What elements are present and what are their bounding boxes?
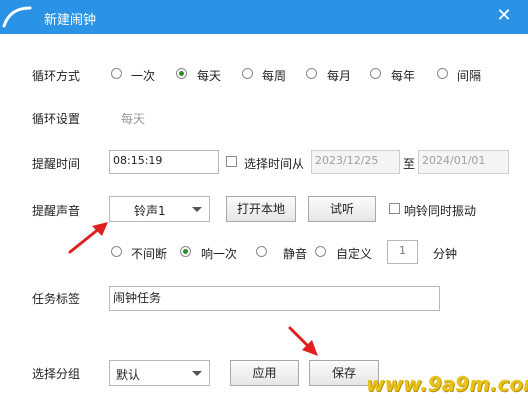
chevron-down-icon xyxy=(192,371,202,376)
group-select-value: 默认 xyxy=(116,368,141,382)
open-local-button[interactable]: 打开本地 xyxy=(226,196,296,222)
radio-yearly[interactable] xyxy=(370,68,381,79)
minutes-unit-label: 分钟 xyxy=(433,247,458,261)
time-range-checkbox[interactable] xyxy=(226,156,237,167)
radio-daily[interactable] xyxy=(176,68,187,79)
radio-interval-label[interactable]: 间隔 xyxy=(457,67,481,84)
sync-vibrate-label[interactable]: 响铃同时振动 xyxy=(404,202,476,219)
repeat-mode-label: 循环方式 xyxy=(32,69,81,83)
close-button[interactable]: ✕ xyxy=(494,6,514,26)
reminder-time-label: 提醒时间 xyxy=(32,157,81,171)
group-label: 选择分组 xyxy=(32,367,81,381)
from-date-input[interactable]: 2023/12/25 xyxy=(311,150,400,174)
radio-once-label[interactable]: 一次 xyxy=(131,67,155,84)
sync-vibrate-checkbox[interactable] xyxy=(389,203,400,214)
to-label: 至 xyxy=(403,157,416,171)
reminder-sound-label: 提醒声音 xyxy=(32,204,81,218)
test-listen-button[interactable]: 试听 xyxy=(308,196,376,222)
custom-minutes-input[interactable]: 1 xyxy=(387,240,418,264)
radio-mute[interactable] xyxy=(256,246,267,257)
chevron-down-icon xyxy=(192,207,202,212)
radio-interval[interactable] xyxy=(437,68,448,79)
window-title: 新建闹钟 xyxy=(44,13,97,28)
group-select[interactable]: 默认 xyxy=(109,360,210,386)
radio-custom-label[interactable]: 自定义 xyxy=(336,245,372,262)
to-date-input[interactable]: 2024/01/01 xyxy=(418,150,509,174)
radio-monthly[interactable] xyxy=(306,68,317,79)
repeat-setting-value: 每天 xyxy=(121,112,146,126)
radio-weekly-label[interactable]: 每周 xyxy=(262,67,286,84)
watermark: www.9a9m.com xyxy=(366,372,528,396)
radio-once[interactable] xyxy=(111,68,122,79)
annotation-arrow-icon xyxy=(288,326,318,356)
sound-select-value: 铃声1 xyxy=(134,204,166,218)
radio-custom[interactable] xyxy=(315,246,326,257)
radio-continuous-label[interactable]: 不间断 xyxy=(131,245,167,262)
radio-daily-label[interactable]: 每天 xyxy=(197,67,221,84)
time-input[interactable]: 08:15:19 xyxy=(109,150,219,174)
task-label-label: 任务标签 xyxy=(32,292,81,306)
radio-mute-label[interactable]: 静音 xyxy=(283,245,307,262)
repeat-setting-label: 循环设置 xyxy=(32,112,81,126)
annotation-arrow-icon xyxy=(68,222,108,254)
radio-weekly[interactable] xyxy=(242,68,253,79)
radio-yearly-label[interactable]: 每年 xyxy=(391,67,415,84)
radio-monthly-label[interactable]: 每月 xyxy=(327,67,351,84)
title-bar: 新建闹钟 ✕ xyxy=(0,0,528,34)
task-label-input[interactable]: 闹钟任务 xyxy=(109,286,440,311)
apply-button[interactable]: 应用 xyxy=(230,360,299,386)
app-logo-icon xyxy=(2,6,32,28)
time-range-checkbox-label[interactable]: 选择时间从 xyxy=(244,155,304,172)
radio-ring-once[interactable] xyxy=(180,246,191,257)
sound-select[interactable]: 铃声1 xyxy=(109,196,210,222)
radio-ring-once-label[interactable]: 响一次 xyxy=(201,245,237,262)
